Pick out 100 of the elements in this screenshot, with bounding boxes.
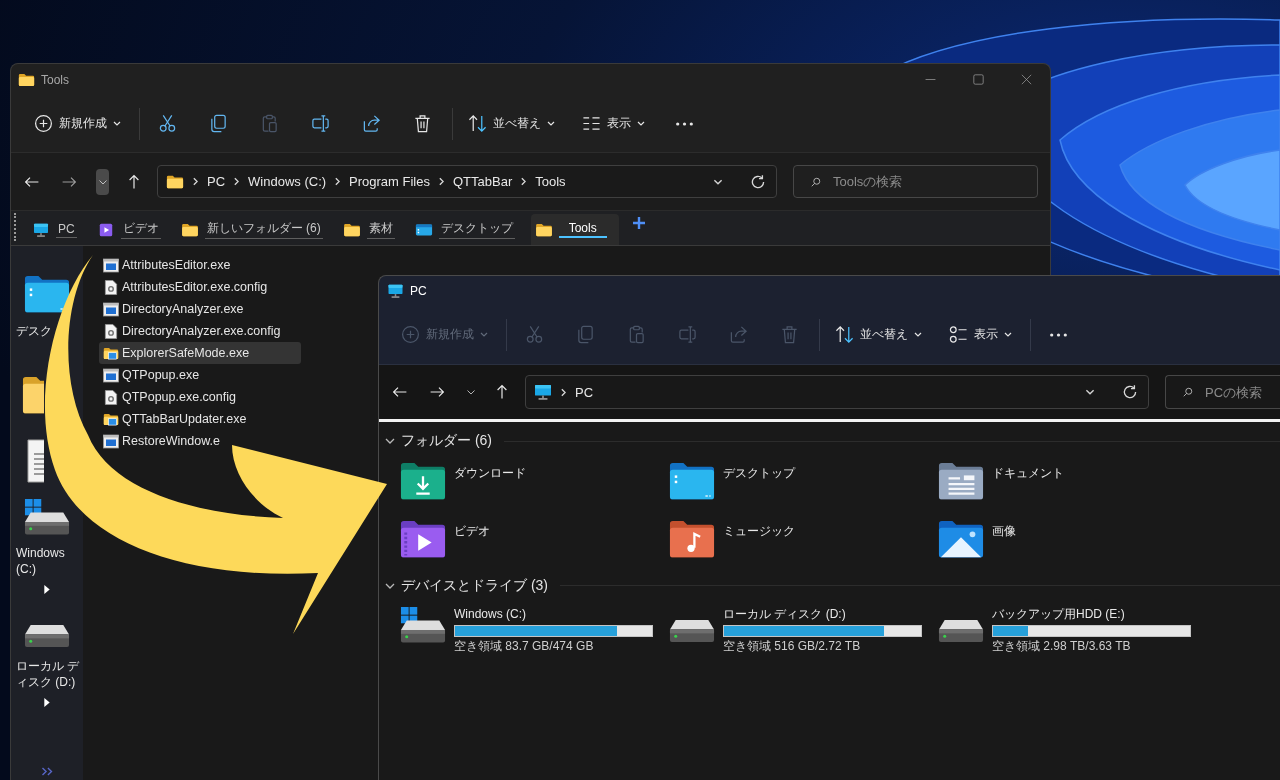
new-tab-icon[interactable] bbox=[632, 217, 645, 229]
chevron-right-icon[interactable] bbox=[439, 177, 444, 186]
window-title: Tools bbox=[41, 72, 69, 87]
more-icon bbox=[675, 121, 693, 126]
desktop-icon bbox=[414, 222, 433, 237]
search-field[interactable]: Toolsの検索 bbox=[833, 174, 1037, 189]
folder-name[interactable]: ビデオ bbox=[454, 523, 490, 541]
file-item[interactable]: DirectoryAnalyzer.exe.config bbox=[99, 320, 301, 342]
desktop-folder-icon[interactable] bbox=[669, 462, 715, 501]
chevron-down-icon[interactable] bbox=[385, 438, 395, 444]
breadcrumb-item[interactable]: Program Files bbox=[349, 174, 430, 189]
app-folder-icon bbox=[103, 411, 119, 427]
chevron-down-icon[interactable] bbox=[385, 582, 395, 589]
breadcrumb-item[interactable]: QTTabBar bbox=[453, 174, 513, 189]
windows-drive-icon[interactable] bbox=[24, 498, 70, 535]
file-item[interactable]: QTPopup.exe bbox=[99, 364, 301, 386]
search-field[interactable]: PCの検索 bbox=[1205, 384, 1280, 400]
expand-arrow-icon[interactable] bbox=[44, 697, 50, 707]
sort-button[interactable]: 並べ替え bbox=[827, 318, 930, 351]
chevron-right-icon[interactable] bbox=[234, 177, 240, 186]
file-item[interactable]: DirectoryAnalyzer.exe bbox=[99, 298, 301, 320]
chevron-right-icon[interactable] bbox=[193, 177, 198, 186]
recent-locations-button[interactable] bbox=[96, 168, 109, 195]
desktop-folder-icon[interactable] bbox=[24, 275, 70, 314]
folder-icon bbox=[166, 173, 184, 190]
section-heading: フォルダー (6) bbox=[401, 432, 492, 450]
view-button[interactable]: 表示 bbox=[941, 318, 1020, 351]
program-icon bbox=[103, 433, 119, 449]
file-item[interactable]: QTPopup.exe.config bbox=[99, 386, 301, 408]
free-space-text: 空き領域 2.98 TB/3.63 TB bbox=[992, 638, 1132, 654]
config-file-icon bbox=[103, 323, 119, 339]
file-item[interactable]: AttributesEditor.exe bbox=[99, 254, 301, 276]
drive-name[interactable]: バックアップ用HDD (E:) bbox=[992, 606, 1191, 622]
plus-circle-icon bbox=[401, 325, 420, 344]
folder-name[interactable]: ドキュメント bbox=[992, 465, 1064, 482]
forward-arrow-icon bbox=[429, 384, 445, 400]
chevron-right-icon[interactable] bbox=[561, 387, 566, 397]
search-icon bbox=[1183, 387, 1193, 397]
tab[interactable]: 素材 bbox=[338, 214, 407, 245]
share-icon bbox=[361, 114, 381, 133]
folder-icon bbox=[342, 222, 361, 237]
drive-icon[interactable] bbox=[669, 618, 715, 643]
drive-icon[interactable] bbox=[24, 624, 70, 648]
caret-icon bbox=[1004, 332, 1012, 337]
caret-icon bbox=[113, 121, 121, 126]
folder-name[interactable]: 画像 bbox=[992, 523, 1016, 541]
share-icon bbox=[728, 325, 748, 344]
folder-name[interactable]: ミュージック bbox=[723, 523, 795, 541]
maximize-icon bbox=[972, 74, 984, 85]
breadcrumb-item[interactable]: Tools bbox=[535, 174, 566, 189]
list-view-icon bbox=[582, 114, 601, 133]
up-arrow-icon bbox=[126, 173, 142, 190]
breadcrumb-item[interactable]: PC bbox=[575, 384, 594, 400]
free-space-text: 空き領域 516 GB/2.72 TB bbox=[723, 638, 862, 654]
folder-icon bbox=[18, 72, 35, 87]
video-folder-icon[interactable] bbox=[400, 520, 446, 559]
drive-name[interactable]: Windows (C:) bbox=[454, 606, 653, 622]
file-item[interactable]: ExplorerSafeMode.exe bbox=[99, 342, 301, 364]
tab[interactable]: PC bbox=[28, 214, 89, 245]
chevron-right-icon[interactable] bbox=[335, 177, 341, 186]
double-chevron-icon[interactable] bbox=[41, 767, 53, 776]
refresh-icon[interactable] bbox=[1122, 384, 1138, 400]
tab[interactable]: 新しいフォルダー (6) bbox=[176, 214, 335, 245]
tab[interactable]: デスクトップ bbox=[410, 214, 527, 245]
address-bar[interactable]: PC Windows (C:) Program Files QTTabBar Tools bbox=[157, 165, 777, 198]
document-folder-icon[interactable] bbox=[938, 462, 984, 501]
dropdown-caret-icon[interactable] bbox=[713, 178, 723, 185]
sort-button[interactable]: 並べ替え bbox=[460, 107, 563, 140]
file-item[interactable]: QTTabBarUpdater.exe bbox=[99, 408, 301, 430]
folder-name[interactable]: ダウンロード bbox=[454, 465, 526, 482]
drive-name[interactable]: ローカル ディスク (D:) bbox=[723, 606, 922, 622]
folder-name[interactable]: デスクトップ bbox=[723, 465, 795, 482]
picture-folder-icon[interactable] bbox=[938, 520, 984, 559]
address-bar[interactable]: PC bbox=[525, 375, 1149, 409]
monitor-icon bbox=[534, 384, 552, 400]
chevron-right-icon[interactable] bbox=[521, 177, 527, 186]
item-label[interactable]: デスク bbox=[16, 323, 52, 340]
music-folder-icon[interactable] bbox=[669, 520, 715, 559]
breadcrumb-item[interactable]: PC bbox=[207, 174, 226, 189]
config-file-icon bbox=[103, 279, 119, 295]
item-label[interactable]: Windows (C:) bbox=[16, 545, 82, 577]
refresh-icon[interactable] bbox=[750, 173, 766, 190]
view-button[interactable]: 表示 bbox=[574, 107, 653, 140]
drive-icon[interactable] bbox=[938, 618, 984, 643]
item-label[interactable]: ローカル ディスク (D:) bbox=[16, 657, 82, 690]
new-button[interactable]: 新規作成 bbox=[26, 107, 129, 140]
file-item[interactable]: RestoreWindow.e bbox=[99, 430, 301, 452]
document-icon[interactable] bbox=[27, 438, 44, 483]
breadcrumb-item[interactable]: Windows (C:) bbox=[248, 174, 327, 189]
dropdown-caret-icon[interactable] bbox=[1085, 389, 1095, 395]
copy-icon bbox=[208, 114, 228, 133]
search-bar[interactable]: PCの検索 bbox=[1165, 375, 1280, 409]
plus-circle-icon bbox=[34, 114, 53, 133]
download-folder-icon[interactable] bbox=[400, 462, 446, 501]
file-item[interactable]: AttributesEditor.exe.config bbox=[99, 276, 301, 298]
windows-drive-icon[interactable] bbox=[400, 606, 446, 644]
search-bar[interactable]: Toolsの検索 bbox=[793, 165, 1038, 198]
tab[interactable]: Tools bbox=[530, 214, 619, 245]
expand-arrow-icon[interactable] bbox=[44, 585, 50, 594]
tab[interactable]: ビデオ bbox=[92, 214, 173, 245]
